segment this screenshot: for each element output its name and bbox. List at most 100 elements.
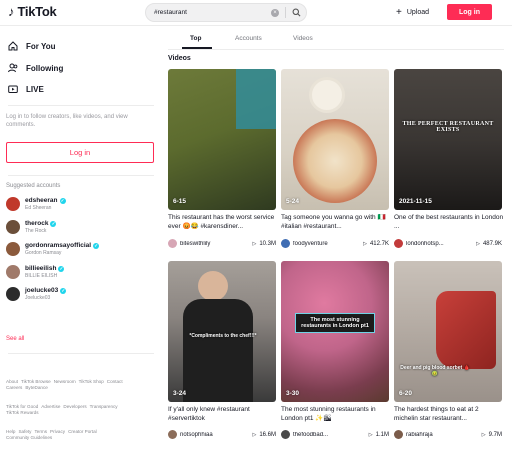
footer-link[interactable]: Terms [34, 429, 47, 434]
nav-following[interactable]: Following [8, 63, 63, 73]
creator-avatar[interactable] [281, 239, 290, 248]
footer-links-2: TikTok for Good Advertise Developers Transp… [6, 404, 156, 416]
account-handle: billieeilish [25, 265, 57, 272]
creator-username[interactable]: thefoodbad... [293, 432, 366, 438]
search-button[interactable] [286, 4, 306, 21]
search-icon [292, 8, 300, 17]
video-meta: notsophhiaa ▷ 16.6M [168, 430, 276, 439]
nav-label: Following [26, 63, 64, 73]
avatar [6, 242, 20, 256]
thumbnail-detail [293, 119, 377, 203]
sidebar-divider [8, 175, 154, 176]
tab-videos[interactable]: Videos [293, 35, 313, 42]
video-thumbnail[interactable]: The most stunning restaurants in London … [281, 261, 389, 402]
play-icon: ▷ [363, 240, 367, 247]
verified-icon: ✓ [59, 197, 66, 204]
footer-link[interactable]: Community Guidelines [6, 435, 52, 440]
videos-section-title: Videos [168, 55, 191, 62]
creator-username[interactable]: londonhotsp... [406, 241, 473, 247]
top-bar: ♪ TikTok #restaurant × + Upload Log in [0, 0, 512, 26]
search-bar[interactable]: #restaurant × [145, 3, 307, 22]
nav-live[interactable]: LIVE [8, 84, 44, 94]
view-count: 412.7K [369, 240, 389, 247]
verified-icon: ✓ [50, 220, 57, 227]
sidebar-login-button[interactable]: Log in [6, 142, 154, 163]
view-count: 9.7M [488, 431, 502, 438]
creator-avatar[interactable] [394, 239, 403, 248]
following-icon [8, 63, 18, 73]
login-button[interactable]: Log in [447, 4, 492, 20]
footer-link[interactable]: Privacy [50, 429, 65, 434]
thumbnail-detail [236, 69, 276, 129]
footer-links-1: About TikTok Browse Newsroom TikTok Shop Con… [6, 379, 156, 391]
view-count: 1.1M [375, 431, 389, 438]
tab-accounts[interactable]: Accounts [235, 35, 262, 42]
footer-link[interactable]: ByteDance [25, 385, 47, 390]
footer-link[interactable]: Contact [107, 379, 123, 384]
footer-link[interactable]: Careers [6, 385, 22, 390]
account-handle: therock [25, 220, 49, 227]
video-thumbnail[interactable]: *Compliments to the chef!!!* 3-24 [168, 261, 276, 402]
tiktok-logo[interactable]: ♪ TikTok [8, 5, 57, 19]
search-tabs: Top Accounts Videos [168, 30, 504, 50]
creator-username[interactable]: notsophhiaa [180, 432, 249, 438]
video-thumbnail[interactable]: THE PERFECT RESTAURANT EXISTS 2021-11-15 [394, 69, 502, 210]
clear-icon[interactable]: × [271, 8, 279, 17]
thumbnail-detail [183, 299, 253, 402]
play-icon: ▷ [252, 240, 257, 247]
creator-username[interactable]: biteswithlily [180, 241, 249, 247]
video-thumbnail[interactable]: 5-24 [281, 69, 389, 210]
video-thumbnail[interactable]: 6-15 [168, 69, 276, 210]
play-icon: ▷ [476, 240, 480, 247]
footer-link[interactable]: Safety [18, 429, 31, 434]
suggested-account[interactable]: therock ✓ The Rock [6, 220, 57, 234]
footer-link[interactable]: About [6, 379, 18, 384]
footer-link[interactable]: TikTok Browse [21, 379, 51, 384]
footer-link[interactable]: Newsroom [54, 379, 76, 384]
footer-link[interactable]: TikTok Rewards [6, 410, 39, 415]
suggested-account[interactable]: joelucke03 ✓ Joelucke03 [6, 287, 67, 301]
tab-top[interactable]: Top [190, 35, 201, 42]
video-date: 3-24 [173, 390, 187, 397]
video-thumbnail[interactable]: Deer and pig blood sorbet 🩸🤢 6-20 [394, 261, 502, 402]
creator-username[interactable]: foodyventure [293, 241, 360, 247]
search-input[interactable]: #restaurant [146, 9, 271, 16]
creator-avatar[interactable] [394, 430, 403, 439]
suggested-account[interactable]: gordonramsayofficial ✓ Gordon Ramsay [6, 242, 100, 256]
creator-avatar[interactable] [168, 239, 177, 248]
suggested-account[interactable]: edsheeran ✓ Ed Sheeran [6, 197, 66, 211]
see-all-link[interactable]: See all [6, 336, 24, 342]
account-name: BILLIE EILISH [25, 273, 58, 279]
suggested-account[interactable]: billieeilish ✓ BILLIE EILISH [6, 265, 65, 279]
nav-for-you[interactable]: For You [8, 41, 55, 51]
footer-link[interactable]: Transparency [90, 404, 118, 409]
footer-link[interactable]: Advertise [41, 404, 60, 409]
account-name: Joelucke03 [25, 295, 51, 301]
video-date: 6-20 [399, 390, 413, 397]
play-icon: ▷ [252, 431, 257, 438]
video-date: 3-30 [286, 390, 300, 397]
creator-avatar[interactable] [281, 430, 290, 439]
creator-avatar[interactable] [168, 430, 177, 439]
account-handle: joelucke03 [25, 287, 59, 294]
footer-link[interactable]: TikTok Shop [79, 379, 104, 384]
account-name: The Rock [25, 228, 47, 234]
video-date: 5-24 [286, 198, 300, 205]
avatar [6, 220, 20, 234]
view-count: 10.3M [259, 240, 276, 247]
video-description: The most stunning restaurants in London … [281, 406, 376, 422]
creator-username[interactable]: rabiahraja [406, 432, 479, 438]
view-count: 487.9K [482, 240, 502, 247]
video-caption-overlay: The most stunning restaurants in London … [295, 313, 375, 333]
footer-link[interactable]: Help [6, 429, 15, 434]
footer-link[interactable]: Creator Portal [68, 429, 97, 434]
footer-link[interactable]: TikTok for Good [6, 404, 38, 409]
nav-label: For You [26, 41, 56, 51]
upload-button[interactable]: + Upload [392, 5, 433, 20]
video-caption-overlay: Deer and pig blood sorbet 🩸🤢 [400, 365, 470, 377]
home-icon [8, 41, 18, 51]
video-meta: foodyventure ▷ 412.7K [281, 239, 389, 248]
nav-label: LIVE [26, 84, 44, 94]
view-count: 16.6M [259, 431, 276, 438]
footer-link[interactable]: Developers [63, 404, 86, 409]
